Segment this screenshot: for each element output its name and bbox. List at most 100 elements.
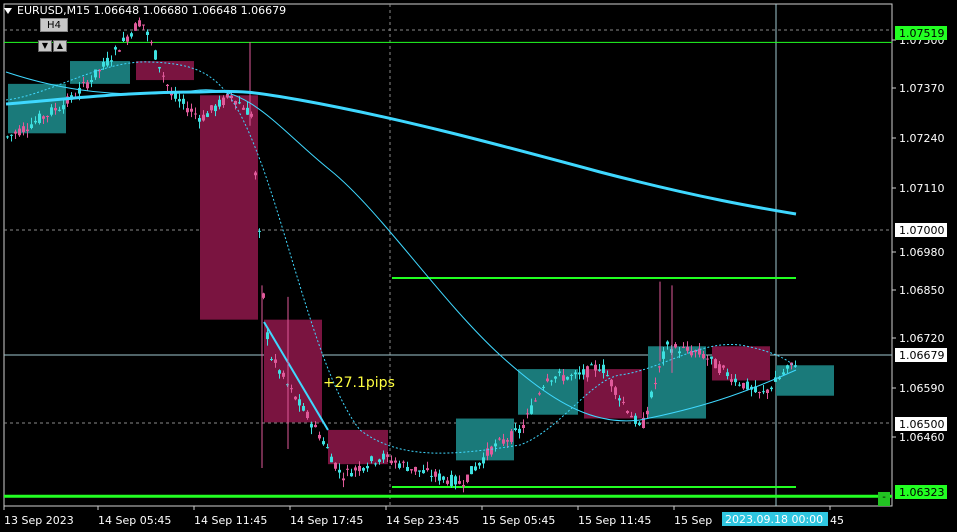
candle-body [346, 468, 349, 470]
candle-body [410, 469, 413, 471]
candle-body [26, 129, 29, 132]
candle-body [294, 396, 297, 400]
candle-body [202, 114, 205, 121]
candle-body [606, 375, 609, 377]
candle-body [682, 346, 685, 348]
candle-body [586, 366, 589, 378]
candle-body [282, 372, 285, 377]
price-label: 1.07240 [899, 132, 945, 145]
h4-box [456, 418, 514, 461]
candle-body [534, 400, 537, 402]
candle-body [734, 378, 737, 383]
candle-body [406, 466, 409, 471]
chevron-up-icon[interactable]: ▲ [53, 40, 67, 52]
timeframe-stepper[interactable]: ▼ ▲ [38, 33, 68, 52]
price-highlight-label: 1.06679 [899, 349, 945, 362]
candle-body [646, 410, 649, 415]
price-label: 1.06720 [899, 332, 945, 345]
candle-body [30, 124, 33, 129]
candle-body [782, 372, 785, 375]
candle-body [6, 136, 9, 138]
candle-body [470, 466, 473, 475]
candle-body [166, 84, 169, 87]
candle-body [674, 344, 677, 348]
candle-body [506, 440, 509, 442]
candle-body [310, 424, 313, 428]
candle-body [678, 351, 681, 354]
candle-body [770, 387, 773, 390]
dropdown-arrow-icon[interactable] [4, 8, 12, 14]
candle-body [614, 387, 617, 395]
candle-body [766, 389, 769, 393]
candle-body [758, 392, 761, 394]
candle-body [526, 413, 529, 415]
candle-body [338, 469, 341, 473]
candle-body [558, 371, 561, 373]
candle-body [10, 134, 13, 136]
symbol-title[interactable]: EURUSD,M15 1.06648 1.06680 1.06648 1.066… [4, 4, 286, 17]
crosshair-time-label: 2023.09.18 00:00 [725, 513, 823, 526]
time-label: 14 Sep 23:45 [386, 514, 459, 527]
price-highlight-label: 1.07519 [899, 27, 945, 40]
h4-box [776, 365, 834, 396]
candle-body [382, 453, 385, 460]
slow-ma-line [5, 89, 797, 216]
candle-body [786, 365, 789, 369]
candle-body [90, 80, 93, 83]
candle-body [794, 365, 797, 367]
candle-body [654, 382, 657, 385]
candle-body [62, 105, 65, 110]
candle-body [530, 405, 533, 414]
price-label: 1.07110 [899, 182, 945, 195]
candle-body [466, 474, 469, 482]
candle-body [42, 116, 45, 119]
candle-body [266, 332, 269, 340]
candle-body [242, 107, 245, 110]
candle-body [570, 374, 573, 376]
candle-body [702, 354, 705, 359]
candle-body [434, 471, 437, 477]
candle-body [626, 411, 629, 413]
candle-body [538, 393, 541, 395]
candle-body [370, 456, 373, 461]
time-axis-ticks: 13 Sep 2023 14 Sep 05:45 14 Sep 11:45 14 Se… [3, 506, 844, 527]
candle-body [190, 108, 193, 112]
candle-body [550, 380, 553, 382]
candle-body [138, 20, 141, 27]
candle-body [738, 384, 741, 386]
price-highlight-label: 1.07000 [899, 224, 945, 237]
candle-body [582, 369, 585, 375]
price-label: 1.06850 [899, 284, 945, 297]
candle-body [18, 128, 21, 136]
candle-body [522, 424, 525, 429]
symbol-quote: EURUSD,M15 1.06648 1.06680 1.06648 1.066… [17, 4, 287, 17]
candle-body [706, 358, 709, 360]
candle-body [342, 478, 345, 481]
candle-body [254, 172, 257, 176]
candle-body [446, 480, 449, 484]
price-chart[interactable]: 1.075001.073701.072401.071101.069801.068… [0, 0, 957, 532]
candle-body [218, 99, 221, 107]
candle-body [34, 120, 37, 123]
time-label: 15 Sep [674, 514, 712, 527]
candle-body [38, 113, 41, 123]
candle-body [602, 364, 605, 374]
candle-body [610, 379, 613, 387]
candle-body [46, 115, 49, 117]
candle-body [726, 372, 729, 377]
candle-body [402, 461, 405, 463]
candle-body [246, 107, 249, 115]
candle-body [374, 463, 377, 465]
chevron-down-icon[interactable]: ▼ [38, 40, 52, 52]
candle-body [722, 365, 725, 368]
candle-body [590, 364, 593, 366]
timeframe-button[interactable]: H4 [40, 18, 68, 32]
candle-body [718, 364, 721, 373]
price-label: 1.07370 [899, 82, 945, 95]
candle-body [314, 424, 317, 428]
candle-body [494, 443, 497, 447]
candle-body [274, 359, 277, 363]
candle-body [162, 75, 165, 77]
candle-body [258, 230, 261, 232]
minimize-button[interactable]: - [878, 492, 890, 506]
